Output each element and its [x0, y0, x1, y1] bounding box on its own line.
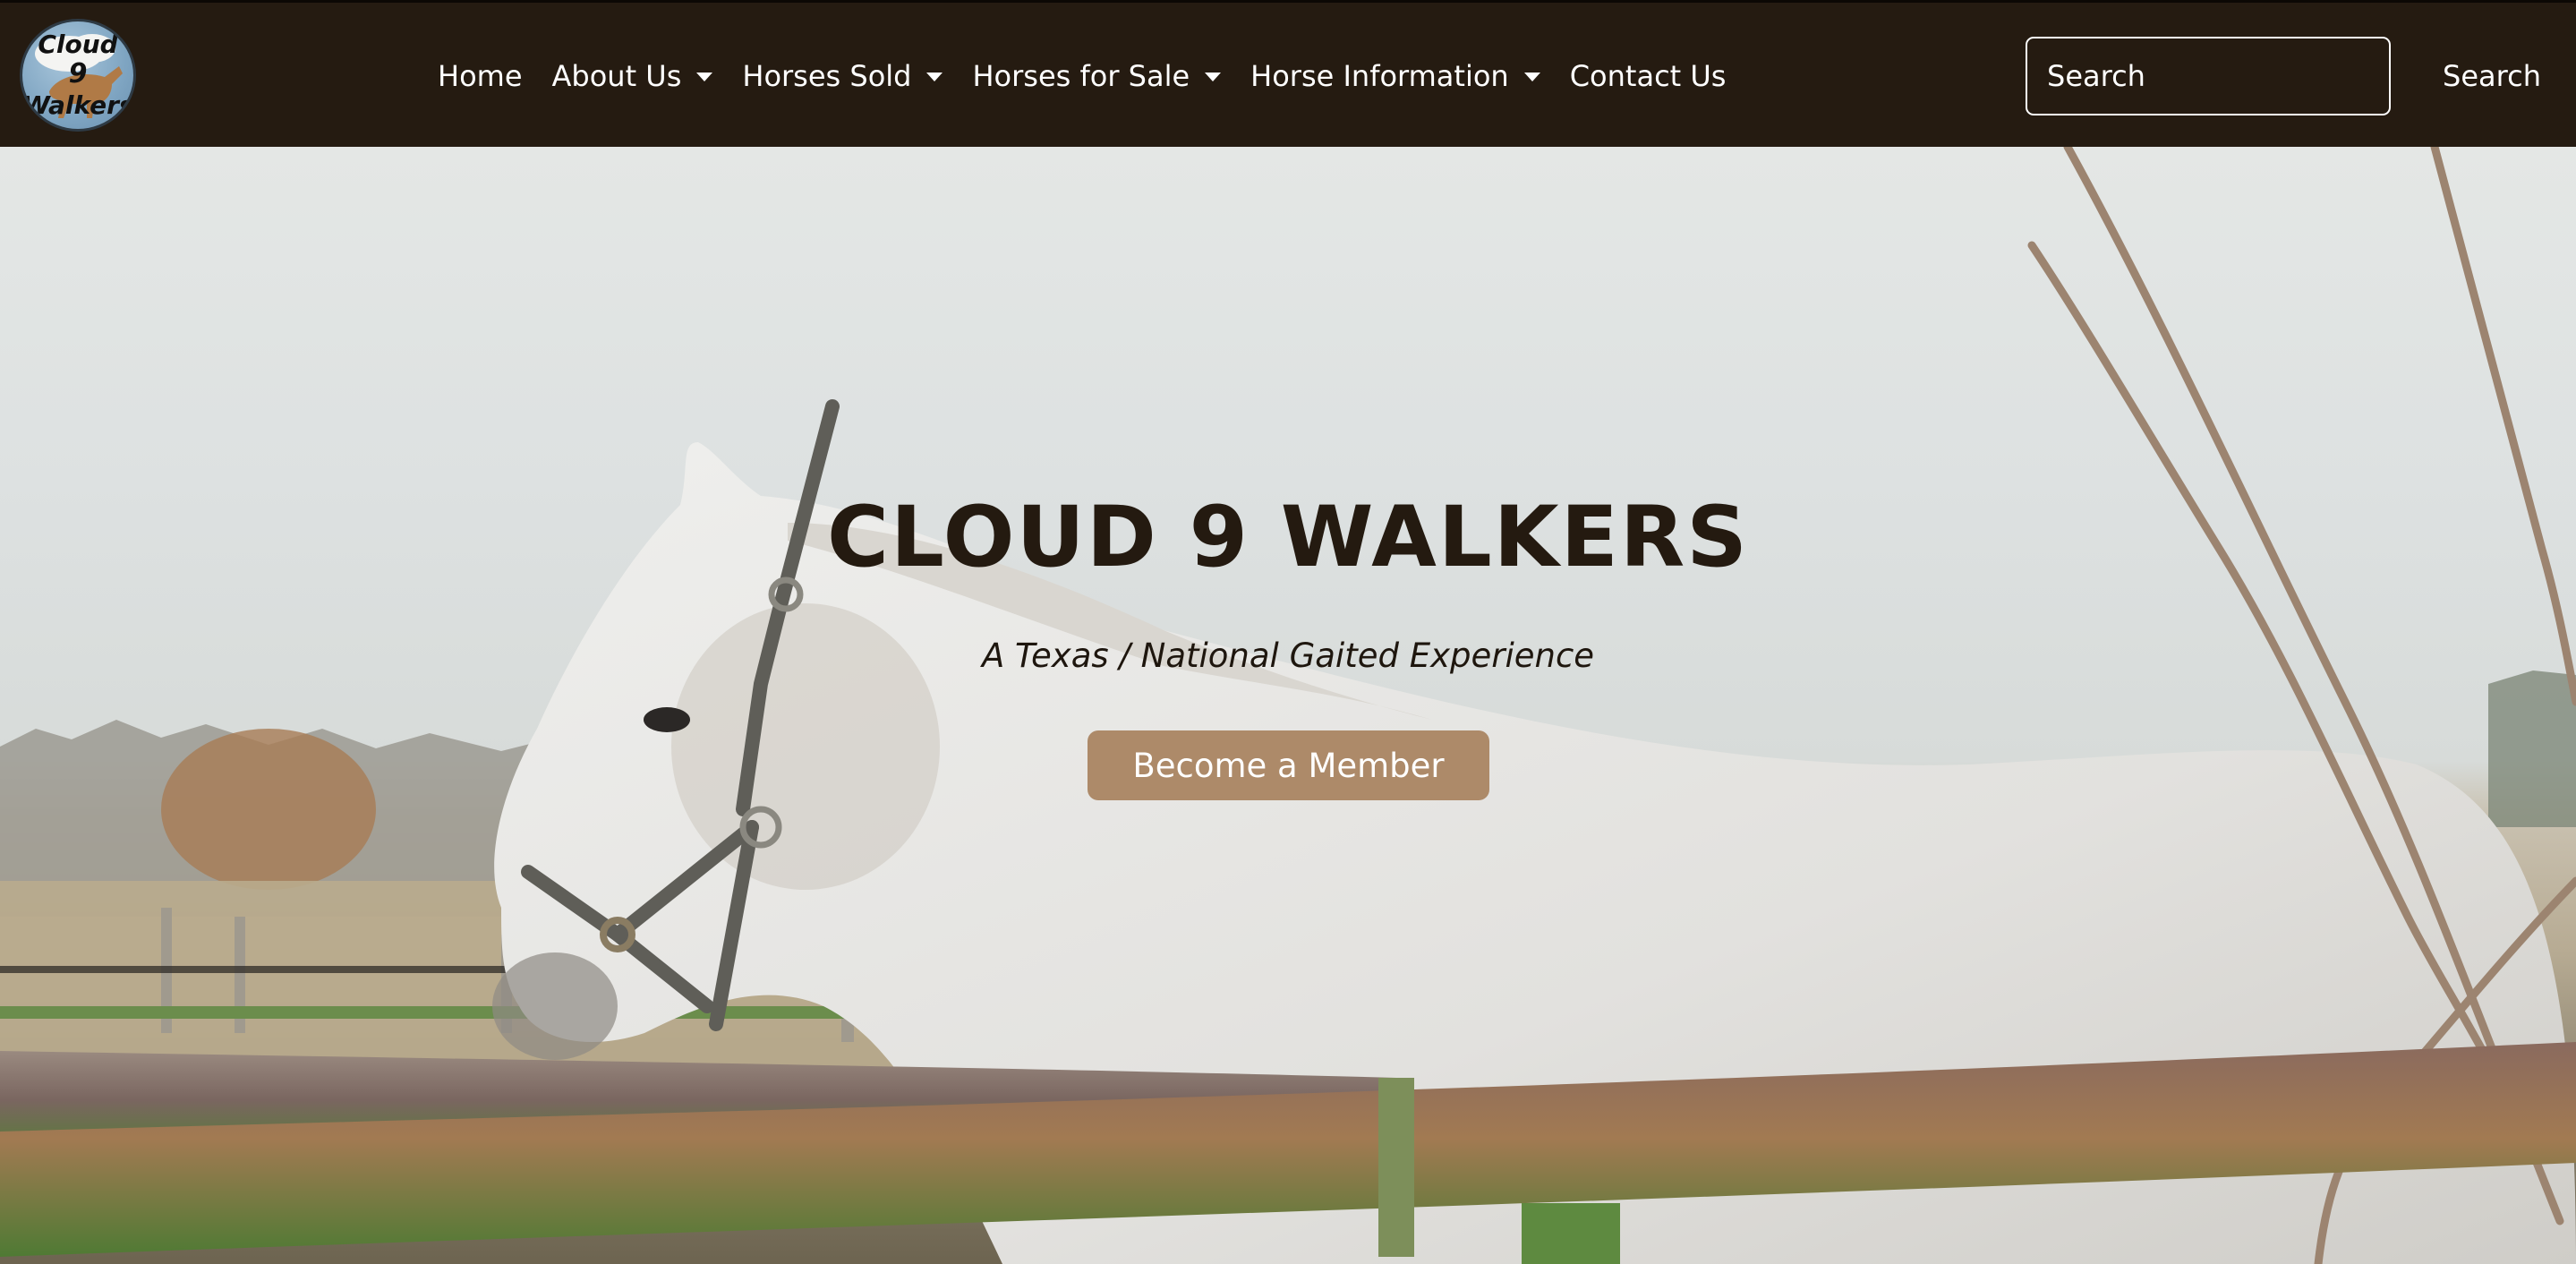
nav-horse-information-dropdown[interactable]: Horse Information	[1250, 59, 1540, 93]
cloud-9-walkers-logo[interactable]: Cloud 9 Walkers	[20, 19, 136, 132]
nav-home-label: Home	[438, 59, 523, 93]
logo-text-line2: 9	[68, 58, 88, 90]
top-navbar: Cloud 9 Walkers Home About Us Horses Sol…	[0, 0, 2576, 147]
nav-horses-sold-label: Horses Sold	[742, 59, 912, 93]
nav-home[interactable]: Home	[438, 59, 523, 93]
search-button[interactable]: Search	[2416, 37, 2568, 115]
nav-about-us-label: About Us	[551, 59, 682, 93]
caret-down-icon	[1205, 73, 1222, 81]
hero-title: CLOUD 9 WALKERS	[827, 489, 1749, 586]
logo-text-line3: Walkers	[22, 90, 134, 120]
caret-down-icon	[696, 73, 713, 81]
nav-horses-sold-dropdown[interactable]: Horses Sold	[742, 59, 943, 93]
hero-subtitle: A Texas / National Gaited Experience	[981, 636, 1595, 675]
logo-text-line1: Cloud	[38, 30, 118, 59]
nav-contact-us[interactable]: Contact Us	[1570, 59, 1727, 93]
hero-section: CLOUD 9 WALKERS A Texas / National Gaite…	[0, 147, 2576, 1264]
nav-contact-us-label: Contact Us	[1569, 59, 1727, 93]
nav-horse-information-label: Horse Information	[1250, 59, 1509, 93]
main-nav: Home About Us Horses Sold Horses for Sal…	[438, 3, 1755, 149]
nav-horses-for-sale-label: Horses for Sale	[972, 59, 1190, 93]
nav-about-us-dropdown[interactable]: About Us	[552, 59, 713, 93]
become-a-member-button[interactable]: Become a Member	[1088, 730, 1489, 800]
caret-down-icon	[1523, 73, 1540, 81]
nav-horses-for-sale-dropdown[interactable]: Horses for Sale	[972, 59, 1222, 93]
caret-down-icon	[926, 73, 943, 81]
hero-background-horse-image	[0, 147, 2576, 1264]
search-input[interactable]	[2026, 37, 2391, 115]
